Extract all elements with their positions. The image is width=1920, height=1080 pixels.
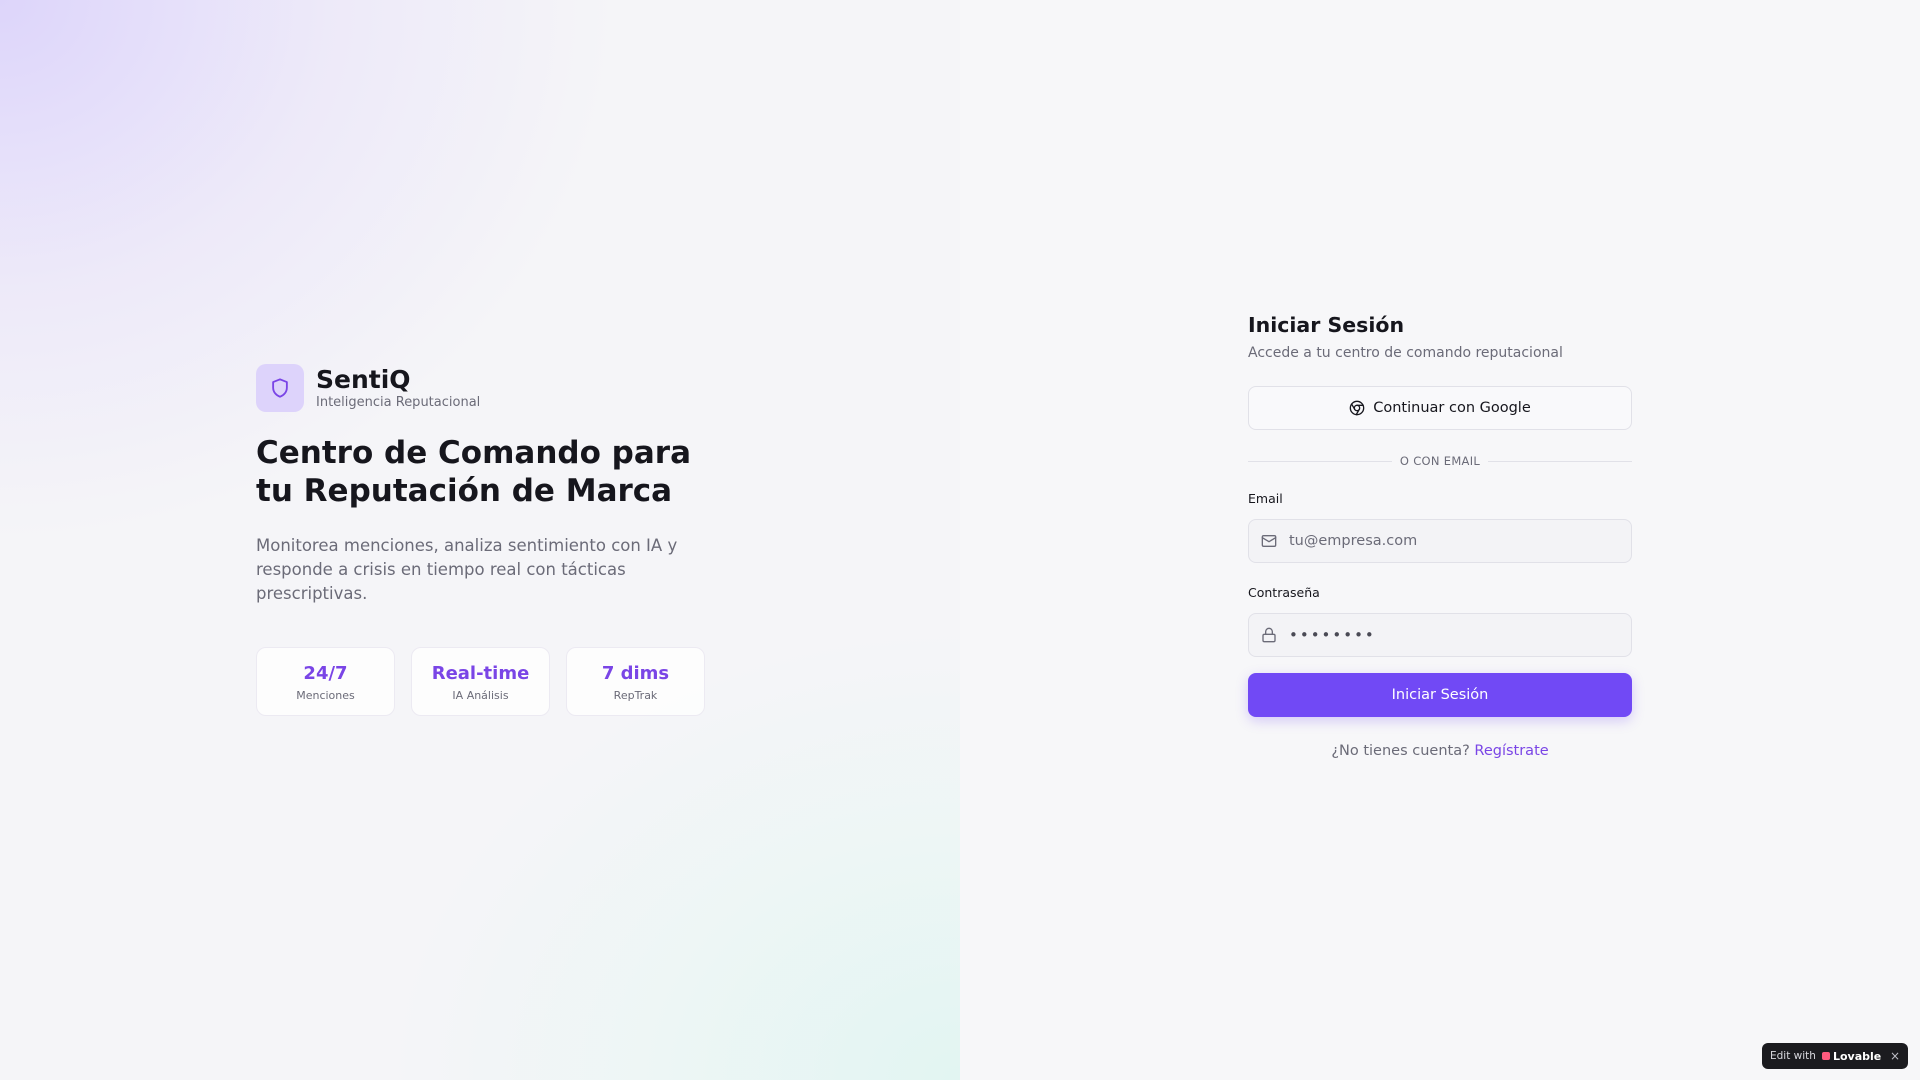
login-title: Iniciar Sesión (1248, 313, 1405, 337)
stat-card: 7 dims RepTrak (566, 647, 705, 716)
brand-logo (256, 364, 304, 412)
stat-card: 24/7 Menciones (256, 647, 395, 716)
signup-prompt-text: ¿No tienes cuenta? (1331, 743, 1470, 759)
login-submit-button[interactable]: Iniciar Sesión (1248, 673, 1632, 717)
hero-headline: Centro de Comando para tu Reputación de … (256, 435, 691, 509)
login-subtitle: Accede a tu centro de comando reputacion… (1248, 345, 1563, 361)
google-signin-label: Continuar con Google (1373, 400, 1531, 416)
chrome-icon (1349, 400, 1365, 416)
badge-brand: Lovable (1832, 1049, 1882, 1063)
shield-icon (272, 378, 288, 398)
stat-value: Real-time (431, 662, 530, 684)
badge-prefix: Edit with (1770, 1050, 1816, 1062)
signup-prompt: ¿No tienes cuenta? Regístrate (1248, 743, 1632, 759)
lovable-heart-icon (1821, 1052, 1830, 1060)
divider-line (1488, 460, 1633, 462)
email-field[interactable] (1248, 519, 1632, 563)
brand: SentiQ Inteligencia Reputacional (256, 364, 480, 412)
email-label: Email (1248, 491, 1283, 506)
divider-line (1248, 460, 1392, 462)
stat-card: Real-time IA Análisis (411, 647, 550, 716)
or-divider: O CON EMAIL (1248, 453, 1633, 469)
stat-value: 7 dims (601, 662, 670, 684)
stat-label: IA Análisis (452, 688, 509, 702)
hero-description: Monitorea menciones, analiza sentimiento… (256, 536, 678, 603)
hero-panel: SentiQ Inteligencia Reputacional Centro … (0, 0, 960, 1080)
close-icon[interactable]: × (1890, 1049, 1900, 1063)
lovable-badge[interactable]: Edit with Lovable × (1762, 1043, 1908, 1069)
mail-icon (1261, 535, 1277, 547)
signup-link[interactable]: Regístrate (1474, 743, 1548, 759)
stat-label: Menciones (296, 688, 355, 702)
email-input[interactable] (1289, 533, 1631, 549)
password-label: Contraseña (1248, 585, 1320, 600)
divider-text: O CON EMAIL (1399, 454, 1481, 468)
google-signin-button[interactable]: Continuar con Google (1248, 386, 1632, 430)
lock-icon (1262, 627, 1276, 643)
stat-value: 24/7 (303, 662, 348, 684)
brand-tagline: Inteligencia Reputacional (316, 395, 481, 410)
password-input[interactable]: •••••••• (1289, 626, 1376, 644)
stat-label: RepTrak (613, 688, 658, 702)
password-field[interactable]: •••••••• (1248, 613, 1632, 657)
login-form: Iniciar Sesión Accede a tu centro de com… (1248, 312, 1633, 759)
stats-row: 24/7 Menciones Real-time IA Análisis 7 d… (256, 647, 721, 716)
brand-name: SentiQ (316, 365, 411, 394)
